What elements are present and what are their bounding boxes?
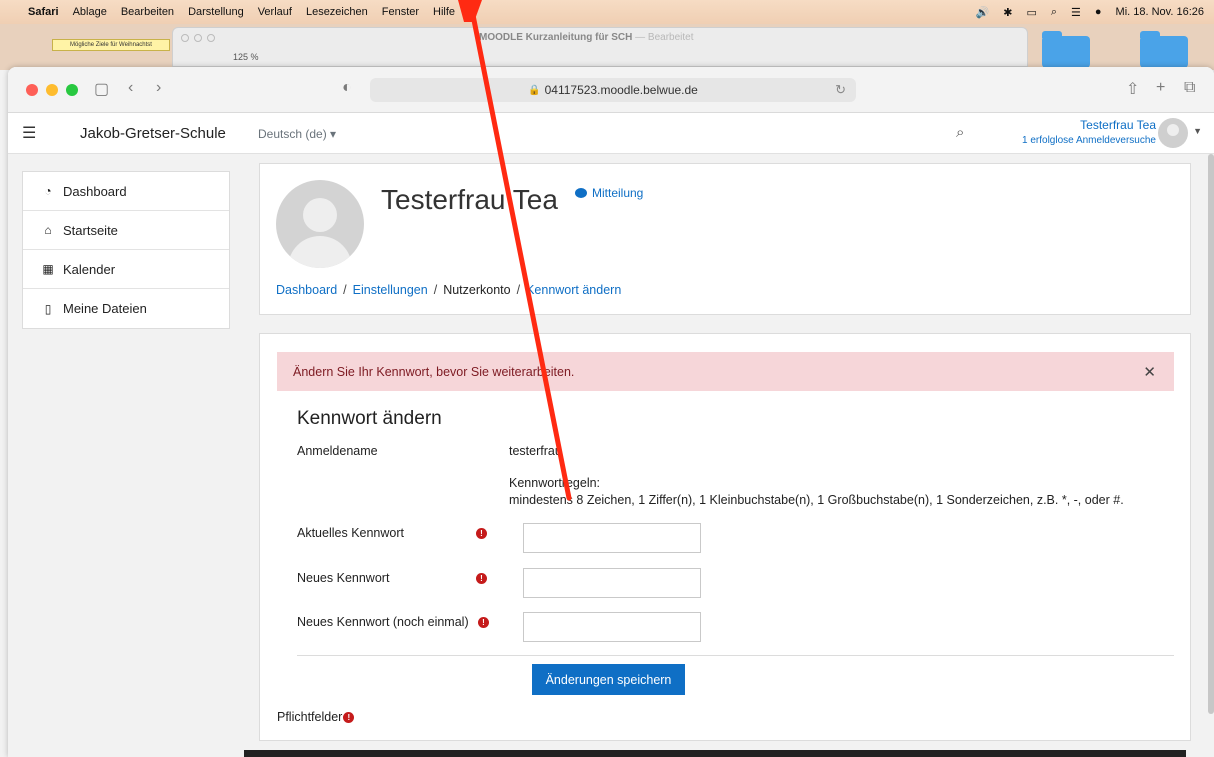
current-password-input[interactable] [523,523,701,553]
search-icon[interactable]: ⌕ [956,124,964,141]
sidebar-item-label: Startseite [63,222,118,238]
menu-clock[interactable]: Mi. 18. Nov. 16:26 [1116,6,1204,18]
sidebar-item-kalender[interactable]: ▦ Kalender [23,250,229,289]
password-rules-text: mindestens 8 Zeichen, 1 Ziffer(n), 1 Kle… [509,493,1124,507]
background-document-window: MOODLE Kurzanleitung für SCH — Bearbeite… [172,27,1028,67]
chevron-down-icon[interactable]: ▼ [1193,126,1202,136]
site-name[interactable]: Jakob-Gretser-Schule [80,125,226,142]
breadcrumb-dashboard[interactable]: Dashboard [276,283,337,297]
required-icon: ! [476,573,487,584]
confirm-password-input[interactable] [523,612,701,642]
new-password-input[interactable] [523,568,701,598]
menu-darstellung[interactable]: Darstellung [188,6,244,18]
required-fields-note: Pflichtfelder ! [277,710,355,724]
username-label: Anmeldename [297,444,378,458]
current-password-label: Aktuelles Kennwort [297,526,405,540]
sidebar-item-label: Dashboard [63,183,127,199]
safari-window: ▢ ‹ › ◐ 🔒 04117523.moodle.belwue.de ↻ ⇧ … [8,67,1214,757]
user-name[interactable]: Testerfrau Tea [1080,118,1156,132]
privacy-shield-icon[interactable]: ◐ [342,79,352,97]
sidebar-item-startseite[interactable]: ⌂ Startseite [23,211,229,250]
minimize-window-button[interactable] [46,84,58,96]
form-title: Kennwort ändern [297,408,442,429]
close-icon[interactable]: ✕ [1143,363,1156,381]
sidebar-item-label: Kalender [63,261,116,277]
profile-picture[interactable] [276,180,364,268]
home-icon: ⌂ [44,223,52,237]
battery-icon[interactable]: ▭ [1026,6,1036,19]
volume-icon[interactable]: 🔊 [976,6,990,19]
file-icon: ▯ [44,301,52,316]
save-changes-button[interactable]: Änderungen speichern [532,664,685,695]
background-sticky-note: Mögliche Ziele für Weihnachtst [52,39,170,51]
forward-icon[interactable]: › [156,79,161,97]
confirm-password-label: Neues Kennwort (noch einmal) [297,615,469,629]
sidebar-toggle-icon[interactable]: ▢ [94,79,109,99]
menu-fenster[interactable]: Fenster [382,6,419,18]
breadcrumb-nutzerkonto: Nutzerkonto [443,283,511,297]
page-title: Testerfrau Tea [381,184,558,215]
tachometer-icon: ◔ [44,184,52,198]
address-bar[interactable]: 🔒 04117523.moodle.belwue.de ↻ [370,78,856,102]
folder-icon [1042,31,1090,68]
new-tab-icon[interactable]: + [1156,79,1165,97]
zoom-window-button[interactable] [66,84,78,96]
lock-icon: 🔒 [528,84,541,96]
menu-ablage[interactable]: Ablage [73,6,107,18]
sidebar-item-dashboard[interactable]: ◔ Dashboard [23,172,229,211]
alert-message: Ändern Sie Ihr Kennwort, bevor Sie weite… [277,352,1174,391]
form-divider [297,655,1174,656]
breadcrumb-einstellungen[interactable]: Einstellungen [353,283,428,297]
menu-verlauf[interactable]: Verlauf [258,6,292,18]
required-icon: ! [476,528,487,539]
sidebar-item-label: Meine Dateien [63,301,147,316]
menu-lesezeichen[interactable]: Lesezeichen [306,6,368,18]
back-icon[interactable]: ‹ [128,79,133,97]
password-rules-heading: Kennwortregeln: [509,476,601,490]
background-window-title: MOODLE Kurzanleitung für SCH — Bearbeite… [479,32,694,43]
spotlight-icon[interactable]: ⌕ [1051,6,1057,19]
bluetooth-icon[interactable]: ✱ [1003,6,1012,19]
new-password-label: Neues Kennwort [297,571,390,585]
comment-icon [575,188,587,198]
url-text: 04117523.moodle.belwue.de [544,83,698,97]
required-icon: ! [343,711,355,723]
menu-bearbeiten[interactable]: Bearbeiten [121,6,174,18]
nav-drawer: ◔ Dashboard ⌂ Startseite ▦ Kalender ▯ Me… [22,171,230,329]
required-icon: ! [478,617,489,628]
background-zoom-level: 125 % [233,52,259,62]
failed-login-notice[interactable]: 1 erfolglose Anmeldeversuche [1022,135,1156,146]
tab-overview-icon[interactable]: ⧉ [1184,79,1195,97]
background-window-controls [181,34,215,42]
control-center-icon[interactable]: ☰ [1071,6,1081,19]
change-password-card: Ändern Sie Ihr Kennwort, bevor Sie weite… [259,333,1191,741]
breadcrumb: Dashboard / Einstellungen / Nutzerkonto / Kenn… [276,283,622,297]
page-scrollbar[interactable] [1208,154,1214,714]
reload-icon[interactable]: ↻ [835,82,846,98]
page-header-card: Testerfrau Tea Mitteilung Dashboard / Eins… [259,163,1191,315]
folder-icon [1140,31,1188,68]
moodle-navbar: ☰ Jakob-Gretser-Schule Deutsch (de) ▾ ⌕ … [8,113,1214,154]
window-controls [26,84,78,96]
safari-toolbar: ▢ ‹ › ◐ 🔒 04117523.moodle.belwue.de ↻ ⇧ … [8,67,1214,113]
macos-menu-bar: Safari Ablage Bearbeiten Darstellung Ver… [0,0,1214,24]
page-footer-bar [244,750,1186,757]
share-icon[interactable]: ⇧ [1126,79,1139,99]
calendar-icon: ▦ [42,262,54,276]
close-window-button[interactable] [26,84,38,96]
hamburger-menu-icon[interactable]: ☰ [22,123,36,143]
breadcrumb-kennwort-aendern[interactable]: Kennwort ändern [526,283,621,297]
siri-icon[interactable]: ● [1095,6,1102,18]
sidebar-item-meine-dateien[interactable]: ▯ Meine Dateien [23,289,229,328]
message-link[interactable]: Mitteilung [575,186,643,200]
menu-hilfe[interactable]: Hilfe [433,6,455,18]
menu-app-name[interactable]: Safari [28,6,59,18]
username-value: testerfrau [509,444,562,458]
user-avatar[interactable] [1158,118,1188,148]
language-selector[interactable]: Deutsch (de) ▾ [258,127,336,141]
